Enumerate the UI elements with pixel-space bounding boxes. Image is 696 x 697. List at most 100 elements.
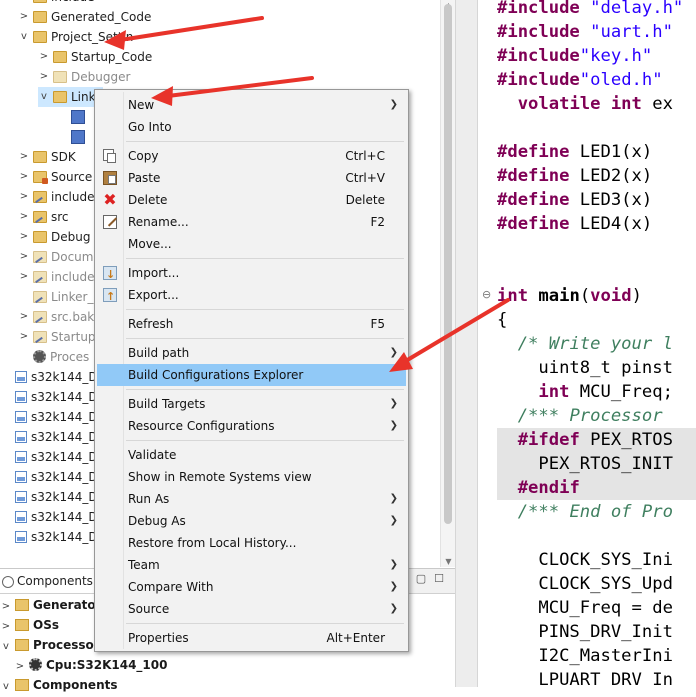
menu-item-source[interactable]: Source ❯ — [97, 598, 406, 620]
chevron-right-icon[interactable]: > — [18, 7, 30, 27]
tree-item[interactable]: > include — [18, 187, 95, 207]
chevron-right-icon[interactable]: > — [18, 267, 30, 287]
code-token: MCU_Freq = de — [497, 598, 673, 618]
tree-item[interactable] — [56, 107, 89, 127]
chevron-down-icon[interactable]: v — [0, 677, 12, 697]
menu-item-resource-configurations[interactable]: Resource Configurations ❯ — [97, 415, 406, 437]
chevron-down-icon[interactable]: v — [0, 637, 12, 657]
component-item[interactable]: > OSs — [0, 615, 59, 635]
component-item[interactable]: v Processor — [0, 635, 100, 655]
tree-item[interactable]: > Generated_Code — [18, 7, 152, 27]
tree-item[interactable]: v Project_Settin — [18, 27, 133, 47]
tree-item[interactable]: > Debug — [18, 227, 91, 247]
menu-item-compare-with[interactable]: Compare With ❯ — [97, 576, 406, 598]
chevron-right-icon[interactable]: > — [0, 597, 12, 617]
tree-item[interactable]: s32k144_D — [0, 407, 98, 427]
menu-item-build-configurations-explorer[interactable]: Build Configurations Explorer — [97, 364, 406, 386]
menu-item-copy[interactable]: Copy Ctrl+C — [97, 145, 406, 167]
menu-item-new[interactable]: New ❯ — [97, 94, 406, 116]
chevron-down-icon[interactable]: v — [38, 87, 50, 107]
tree-item[interactable]: s32k144_D — [0, 367, 98, 387]
view-divider[interactable] — [455, 0, 478, 687]
menu-item-label: Refresh — [128, 317, 174, 331]
menu-item-run-as[interactable]: Run As ❯ — [97, 488, 406, 510]
tree-item[interactable]: > src — [18, 207, 69, 227]
chevron-right-icon[interactable]: > — [18, 167, 30, 187]
code-token: #ifdef — [517, 430, 580, 450]
folder-link-icon — [33, 190, 47, 203]
menu-item-restore-from-local-history[interactable]: Restore from Local History... — [97, 532, 406, 554]
tree-item[interactable]: > include — [18, 267, 95, 287]
components-tab[interactable]: Components — [0, 569, 99, 593]
tree-item[interactable]: v Linke — [38, 87, 103, 107]
tree-item[interactable]: > Docum — [18, 247, 94, 267]
chevron-right-icon[interactable]: > — [38, 47, 50, 67]
chevron-right-icon[interactable]: > — [18, 307, 30, 327]
tree-item[interactable]: s32k144_D — [0, 427, 98, 447]
tree-item[interactable]: > Source — [18, 167, 92, 187]
folder-icon — [15, 678, 29, 691]
chevron-right-icon[interactable]: > — [14, 657, 26, 677]
tree-item[interactable]: > Startup_Code — [38, 47, 152, 67]
component-item[interactable]: > Cpu:S32K144_100 — [14, 655, 167, 675]
minimize-icon[interactable]: ▢ — [415, 573, 427, 585]
paste-icon — [103, 171, 117, 185]
menu-item-import[interactable]: Import... — [97, 262, 406, 286]
tree-item[interactable]: s32k144_D — [0, 467, 98, 487]
menu-item-delete[interactable]: ✖ Delete Delete — [97, 189, 406, 211]
tree-item[interactable]: > include — [18, 0, 94, 7]
menu-item-debug-as[interactable]: Debug As ❯ — [97, 510, 406, 532]
submenu-arrow-icon: ❯ — [389, 398, 398, 409]
chevron-right-icon[interactable]: > — [18, 187, 30, 207]
project-icon — [15, 490, 27, 503]
scroll-down-icon[interactable]: ▼ — [443, 557, 454, 566]
menu-item-export[interactable]: Export... — [97, 284, 406, 308]
tree-item[interactable]: s32k144_D — [0, 387, 98, 407]
component-item[interactable]: > Generator — [0, 595, 102, 615]
fold-toggle-icon[interactable]: ⊖ — [482, 288, 492, 301]
tree-item[interactable]: Proces — [18, 347, 89, 367]
chevron-right-icon[interactable]: > — [0, 617, 12, 637]
tree-item[interactable]: > Startup — [18, 327, 96, 347]
folder-link-icon — [33, 330, 47, 343]
chevron-right-icon[interactable]: > — [18, 247, 30, 267]
folder-icon — [15, 638, 29, 651]
chevron-right-icon[interactable]: > — [18, 147, 30, 167]
chevron-right-icon[interactable]: > — [18, 207, 30, 227]
chevron-right-icon[interactable]: > — [18, 227, 30, 247]
tree-item[interactable] — [56, 127, 89, 147]
folder-link-icon — [33, 270, 47, 283]
tree-scrollbar[interactable]: ▲ ▼ — [440, 0, 455, 567]
menu-item-move[interactable]: Move... — [97, 233, 406, 255]
code-line: int MCU_Freq; — [497, 380, 696, 404]
menu-item-show-in-remote-systems-view[interactable]: Show in Remote Systems view — [97, 466, 406, 488]
chevron-right-icon[interactable]: > — [18, 0, 30, 7]
tree-item[interactable]: > Debugger — [38, 67, 131, 87]
menu-item-build-targets[interactable]: Build Targets ❯ — [97, 393, 406, 415]
delete-icon: ✖ — [103, 190, 117, 209]
project-icon — [15, 470, 27, 483]
chevron-down-icon[interactable]: v — [18, 27, 30, 47]
menu-item-validate[interactable]: Validate — [97, 444, 406, 466]
tree-item[interactable]: Linker_ — [18, 287, 93, 307]
menu-item-go-into[interactable]: Go Into — [97, 116, 406, 138]
menu-item-refresh[interactable]: Refresh F5 — [97, 313, 406, 335]
menu-item-properties[interactable]: Properties Alt+Enter — [97, 627, 406, 649]
code-editor[interactable]: #include "delay.h" #include "uart.h" #incl… — [478, 0, 696, 687]
component-item-label: Components — [33, 678, 118, 692]
menu-item-rename[interactable]: Rename... F2 — [97, 211, 406, 233]
chevron-right-icon[interactable]: > — [38, 67, 50, 87]
tree-item[interactable]: s32k144_D — [0, 507, 98, 527]
maximize-icon[interactable]: ☐ — [433, 573, 445, 585]
chevron-right-icon[interactable]: > — [18, 327, 30, 347]
tree-item[interactable]: s32k144_D — [0, 527, 98, 547]
tree-item[interactable]: s32k144_D — [0, 487, 98, 507]
tree-item[interactable]: > SDK — [18, 147, 76, 167]
menu-item-paste[interactable]: Paste Ctrl+V — [97, 167, 406, 189]
scrollbar-thumb[interactable] — [444, 4, 452, 524]
tree-item[interactable]: s32k144_D — [0, 447, 98, 467]
menu-item-team[interactable]: Team ❯ — [97, 554, 406, 576]
tree-item[interactable]: > src.bak — [18, 307, 94, 327]
component-item[interactable]: v Components — [0, 675, 118, 697]
menu-item-build-path[interactable]: Build path ❯ — [97, 342, 406, 364]
